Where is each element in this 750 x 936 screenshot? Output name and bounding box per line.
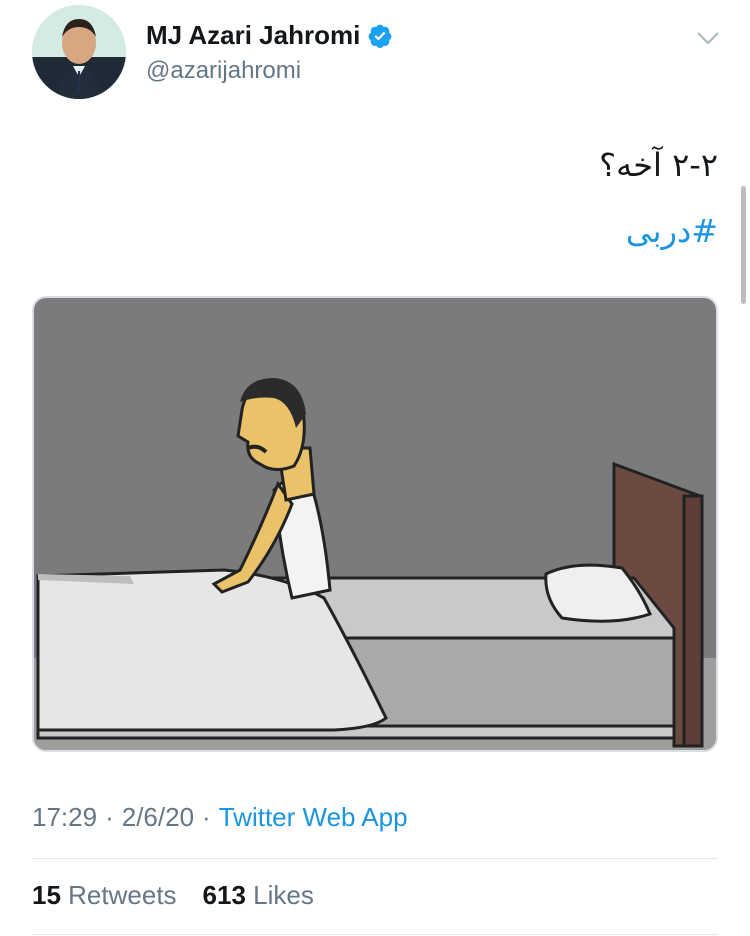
divider	[32, 934, 718, 935]
meta-separator: ·	[105, 802, 114, 832]
profile-photo	[32, 5, 126, 99]
tweet-stats: 15 Retweets 613 Likes	[32, 880, 314, 911]
likes-label: Likes	[253, 880, 314, 910]
chevron-down-icon[interactable]	[694, 24, 722, 52]
retweets-stat[interactable]: 15 Retweets	[32, 880, 177, 911]
display-name-text: MJ Azari Jahromi	[146, 20, 361, 50]
tweet-text: ۲-۲ آخه؟	[599, 146, 718, 184]
tweet-source-link[interactable]: Twitter Web App	[219, 802, 408, 833]
tweet-date[interactable]: 2/6/20	[122, 802, 194, 833]
cartoon-man-sitting-on-bed-image	[34, 298, 716, 750]
retweets-label: Retweets	[68, 880, 177, 910]
likes-count: 613	[202, 880, 246, 910]
divider	[32, 858, 718, 859]
display-name[interactable]: MJ Azari Jahromi	[146, 20, 393, 51]
user-handle[interactable]: @azarijahromi	[146, 57, 301, 85]
tweet-time: 17:29	[32, 802, 98, 832]
meta-separator: ·	[202, 802, 211, 832]
tweet-media[interactable]	[32, 296, 718, 752]
verified-badge-icon	[368, 24, 392, 48]
retweets-count: 15	[32, 880, 61, 910]
scrollbar[interactable]	[741, 186, 746, 304]
hashtag-link[interactable]: #دربی	[626, 212, 718, 250]
avatar[interactable]	[32, 5, 126, 99]
tweet-meta: 17:29 · 2/6/20 · Twitter Web App	[32, 802, 408, 833]
likes-stat[interactable]: 613 Likes	[203, 880, 314, 911]
